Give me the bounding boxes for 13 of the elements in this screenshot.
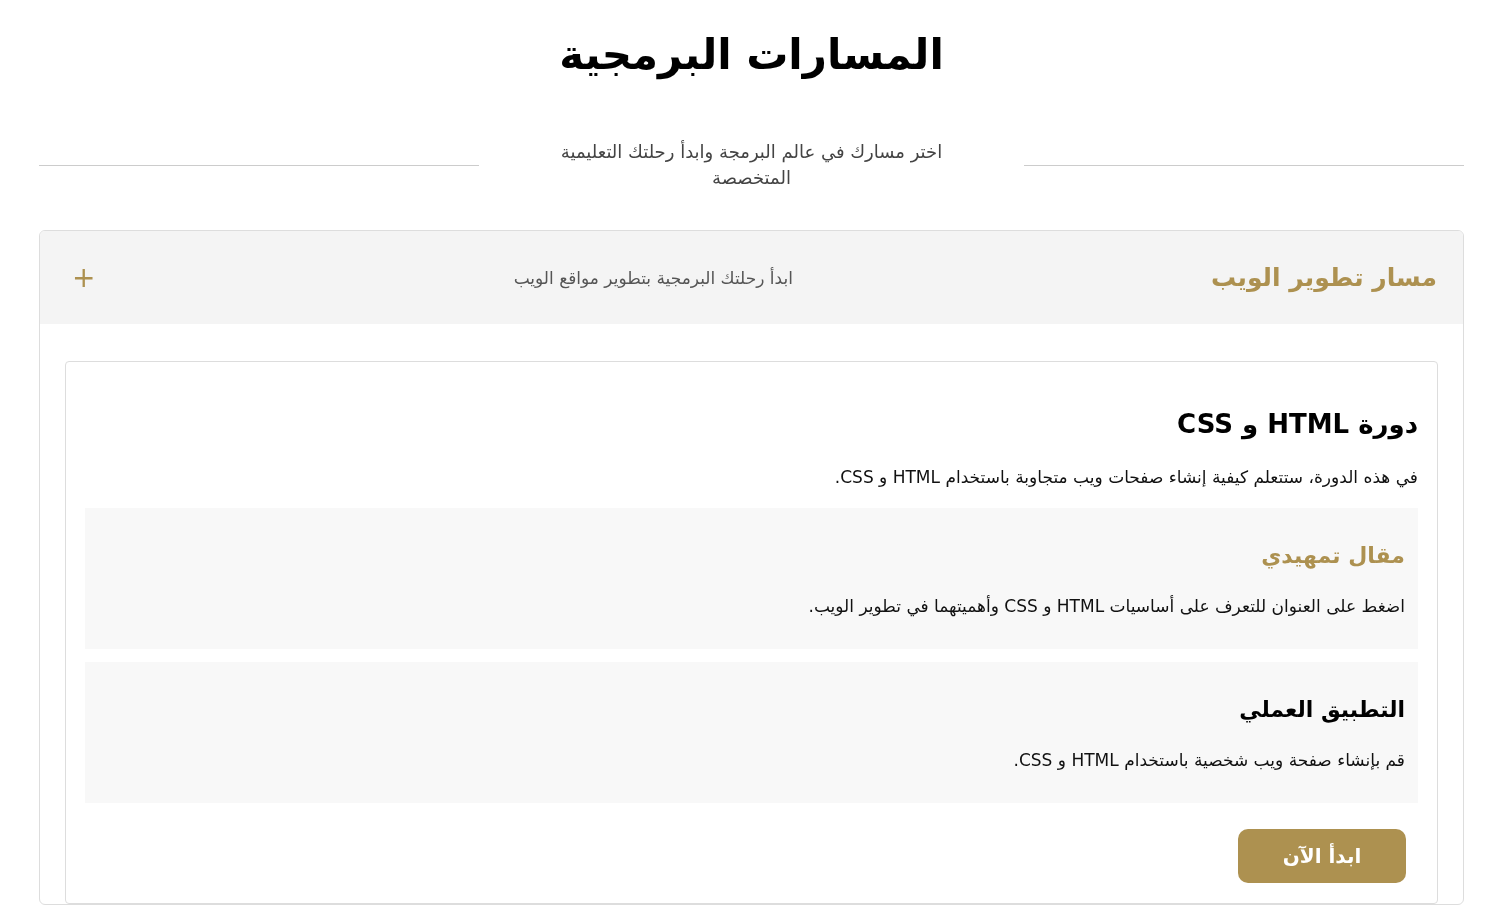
- lesson-description: اضغط على العنوان للتعرف على أساسيات HTML و CSS وأهميتهما في تطوير الويب.: [807, 594, 1405, 619]
- page-title: المسارات البرمجية: [558, 29, 945, 82]
- accordion-header[interactable]: مسار تطوير الويب ابدأ رحلتك البرمجية بتطوير مواقع الويب +: [40, 231, 1463, 324]
- course-title: دورة HTML و CSS: [1176, 408, 1418, 442]
- plus-icon[interactable]: +: [72, 263, 96, 292]
- lesson-description: قم بإنشاء صفحة ويب شخصية باستخدام HTML و CSS.: [1012, 749, 1405, 772]
- track-description: ابدأ رحلتك البرمجية بتطوير مواقع الويب: [513, 267, 793, 288]
- page-subtitle: اختر مسارك في عالم البرمجة وابدأ رحلتك التعليمية المتخصصة: [559, 139, 944, 190]
- lesson-title-link[interactable]: مقال تمهيدي: [1261, 538, 1405, 574]
- lesson-title: التطبيق العملي: [1239, 696, 1405, 725]
- course-description: في هذه الدورة، ستتعلم كيفية إنشاء صفحات ويب متجاوبة باستخدام HTML و CSS.: [833, 466, 1418, 490]
- start-button[interactable]: ابدأ الآن: [1238, 829, 1406, 883]
- track-title: مسار تطوير الويب: [1211, 263, 1437, 292]
